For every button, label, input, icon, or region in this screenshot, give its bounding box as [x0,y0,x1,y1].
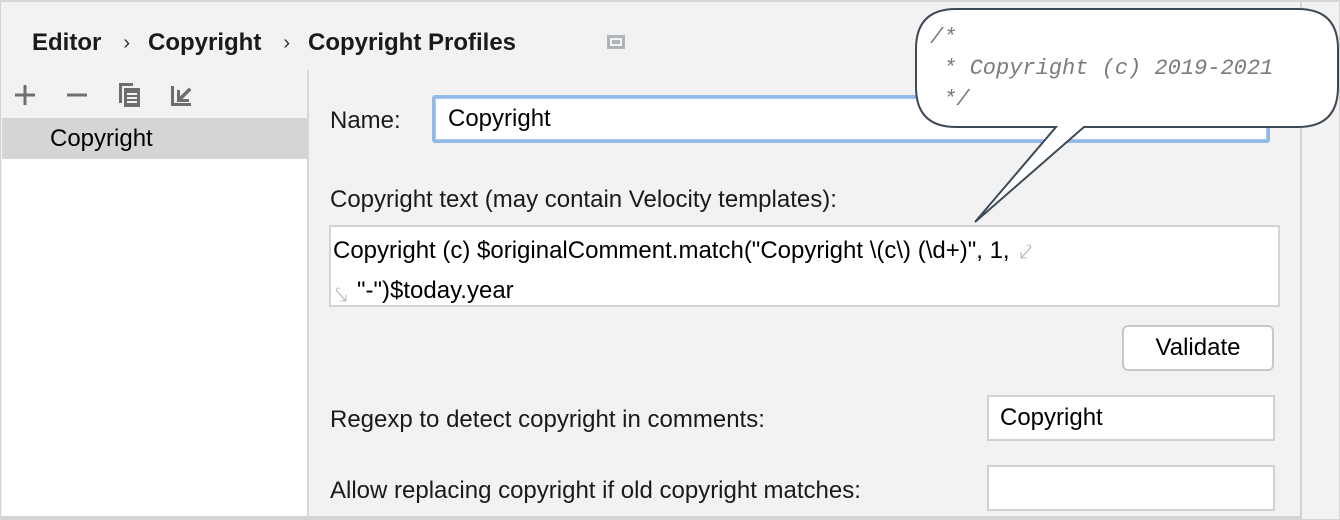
import-icon [171,86,192,106]
profiles-panel: Copyright [2,70,307,519]
copyright-text-label: Copyright text (may contain Velocity tem… [330,186,837,213]
profiles-list: Copyright [2,118,307,519]
callout-line: */ [930,87,970,112]
breadcrumb-item-editor[interactable]: Editor [32,29,101,57]
profile-list-item[interactable]: Copyright [2,118,307,159]
soft-wrap-start-icon: ⤥ [335,282,348,308]
copy-icon [119,83,140,107]
copyright-text-line-1: Copyright (c) $originalComment.match("Co… [333,231,1278,271]
regexp-input[interactable]: Copyright [987,395,1275,441]
copyright-text-line-2-content: "-")$today.year [357,277,514,305]
minus-icon [67,93,87,97]
profile-list-item-label: Copyright [50,124,153,152]
callout-line: * Copyright (c) 2019-2021 [930,56,1274,81]
allow-replacing-input[interactable] [987,465,1275,511]
callout-code-preview: /* * Copyright (c) 2019-2021 */ [930,22,1273,115]
copyright-text-line-1-content: Copyright (c) $originalComment.match("Co… [333,237,1010,264]
copy-profile-button[interactable] [116,82,144,108]
breadcrumb-separator: › [123,31,130,54]
copyright-text-line-2: ⤥ "-")$today.year [333,271,1278,310]
soft-wrap-end-icon: ⤦ [1019,239,1032,265]
breadcrumb-item-copyright-profiles: Copyright Profiles [308,29,517,56]
breadcrumb-item-copyright[interactable]: Copyright [148,29,261,57]
add-profile-button[interactable] [11,82,39,108]
plus-icon [15,85,35,105]
name-input-value: Copyright [448,105,551,132]
import-profile-button[interactable] [168,82,196,108]
window-layout-icon [607,35,625,49]
copyright-text-area[interactable]: Copyright (c) $originalComment.match("Co… [329,225,1280,307]
panel-splitter[interactable] [307,70,309,519]
profiles-toolbar [2,70,307,118]
callout-line: /* [930,25,957,50]
breadcrumb: Editor › Copyright › Copyright Profiles [32,28,516,58]
name-label: Name: [330,107,401,134]
regexp-input-value: Copyright [1000,404,1103,431]
content-border [1300,0,1302,519]
remove-profile-button[interactable] [63,82,91,108]
validate-button[interactable]: Validate [1122,325,1274,371]
allow-replacing-label: Allow replacing copyright if old copyrig… [330,477,861,504]
breadcrumb-separator: › [283,31,290,54]
regexp-label: Regexp to detect copyright in comments: [330,406,765,433]
